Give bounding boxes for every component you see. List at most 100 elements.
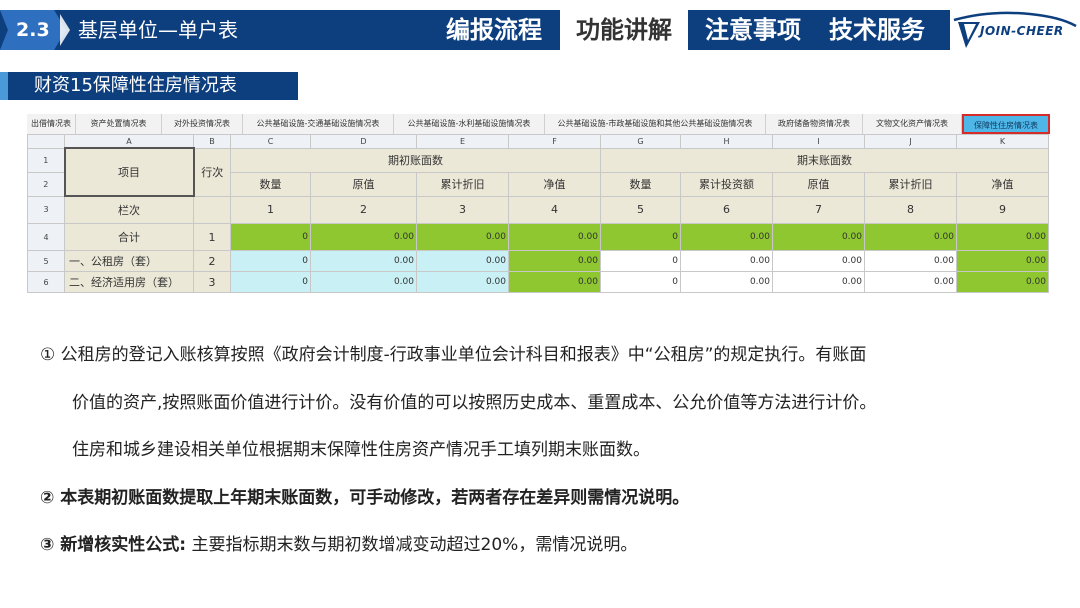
data-cell[interactable]: 0.00: [508, 271, 601, 293]
data-cell[interactable]: 0.00: [680, 271, 773, 293]
item-header[interactable]: 项目: [63, 147, 195, 197]
data-cell[interactable]: 0.00: [772, 271, 865, 293]
row-label[interactable]: 合计: [64, 223, 194, 251]
note-1-line-1: ① 公租房的登记入账核算按照《政府会计制度-行政事业单位会计科目和报表》中“公租…: [40, 345, 867, 365]
column-header[interactable]: 净值: [956, 171, 1049, 197]
table-row: 3 栏次 1 2 3 4 5 6 7 8 9: [27, 195, 1049, 224]
data-cell[interactable]: 0: [600, 250, 681, 272]
column-header[interactable]: 净值: [508, 171, 601, 197]
sheet-tab-reserves[interactable]: 政府储备物资情况表: [766, 114, 863, 134]
column-header[interactable]: 数量: [230, 171, 311, 197]
sheet-tab-investment[interactable]: 对外投资情况表: [162, 114, 243, 134]
data-cell[interactable]: 0.00: [310, 223, 417, 251]
column-header[interactable]: 原值: [772, 171, 865, 197]
sheet-tab-bar: 出借情况表 资产处置情况表 对外投资情况表 公共基础设施-交通基础设施情况表 公…: [27, 114, 1050, 134]
column-letter[interactable]: F: [508, 134, 601, 149]
tab-features[interactable]: 功能讲解: [560, 10, 688, 50]
column-letter[interactable]: E: [416, 134, 509, 149]
row-number[interactable]: 4: [27, 223, 65, 251]
data-cell[interactable]: 0.00: [956, 250, 1049, 272]
row-line[interactable]: 1: [193, 223, 231, 251]
row-label[interactable]: 一、公租房（套）: [64, 250, 194, 272]
sheet-tab-traffic[interactable]: 公共基础设施-交通基础设施情况表: [243, 114, 394, 134]
column-letter[interactable]: A: [64, 134, 194, 149]
column-header[interactable]: 数量: [600, 171, 681, 197]
column-index[interactable]: 7: [772, 195, 865, 224]
column-index[interactable]: 2: [310, 195, 417, 224]
column-index[interactable]: 3: [416, 195, 509, 224]
note-1-line-2: 价值的资产,按照账面价值进行计价。没有价值的可以按照历史成本、重置成本、公允价值…: [72, 393, 877, 413]
data-cell[interactable]: 0: [230, 271, 311, 293]
column-header-row: A B C D E F G H I J K: [27, 134, 1049, 149]
column-letter[interactable]: I: [772, 134, 865, 149]
column-index[interactable]: 9: [956, 195, 1049, 224]
table-row-total: 4 合计 1 0 0.00 0.00 0.00 0 0.00 0.00 0.00…: [27, 223, 1049, 251]
column-header[interactable]: 累计折旧: [864, 171, 957, 197]
line-header[interactable]: 行次: [193, 147, 231, 197]
column-letter[interactable]: G: [600, 134, 681, 149]
data-cell[interactable]: 0: [600, 271, 681, 293]
sheet-tab-water[interactable]: 公共基础设施-水利基础设施情况表: [394, 114, 545, 134]
column-index[interactable]: 1: [230, 195, 311, 224]
row-number[interactable]: 1: [27, 147, 65, 173]
sheet-tab-cultural[interactable]: 文物文化资产情况表: [863, 114, 962, 134]
data-cell[interactable]: 0.00: [416, 250, 509, 272]
column-letter[interactable]: J: [864, 134, 957, 149]
row-number[interactable]: 5: [27, 250, 65, 272]
column-letter[interactable]: K: [956, 134, 1049, 149]
sheet-tab-municipal[interactable]: 公共基础设施-市政基础设施和其他公共基础设施情况表: [545, 114, 766, 134]
note-3: ③ 新增核实性公式: 主要指标期末数与期初数增减变动超过20%，需情况说明。: [40, 530, 637, 555]
data-cell[interactable]: 0.00: [864, 223, 957, 251]
row-number[interactable]: 6: [27, 271, 65, 293]
data-cell[interactable]: 0.00: [508, 223, 601, 251]
data-cell[interactable]: 0.00: [772, 250, 865, 272]
column-letter[interactable]: H: [680, 134, 773, 149]
column-header[interactable]: 累计折旧: [416, 171, 509, 197]
data-cell[interactable]: 0.00: [772, 223, 865, 251]
data-cell[interactable]: 0.00: [680, 223, 773, 251]
data-cell[interactable]: 0.00: [956, 223, 1049, 251]
column-index[interactable]: 8: [864, 195, 957, 224]
data-cell[interactable]: 0.00: [508, 250, 601, 272]
table-subtitle: 财资15保障性住房情况表: [34, 75, 237, 96]
column-letter[interactable]: C: [230, 134, 311, 149]
corner-cell[interactable]: [27, 134, 65, 149]
column-header[interactable]: 原值: [310, 171, 417, 197]
tab-workflow[interactable]: 编报流程: [435, 10, 553, 50]
empty-cell[interactable]: [193, 195, 231, 224]
column-index-label[interactable]: 栏次: [64, 195, 194, 224]
data-cell[interactable]: 0.00: [680, 250, 773, 272]
data-cell[interactable]: 0.00: [956, 271, 1049, 293]
slide-header: 2.3 基层单位—单户表 编报流程 功能讲解 注意事项 技术服务 JOIN-CH…: [0, 0, 1080, 62]
data-cell[interactable]: 0: [230, 223, 311, 251]
data-cell[interactable]: 0.00: [864, 271, 957, 293]
sheet-tab-housing[interactable]: 保障性住房情况表: [962, 114, 1050, 134]
data-cell[interactable]: 0.00: [310, 271, 417, 293]
column-index[interactable]: 5: [600, 195, 681, 224]
row-number[interactable]: 2: [27, 171, 65, 197]
opening-group-header[interactable]: 期初账面数: [230, 147, 601, 173]
sheet-tab-disposal[interactable]: 资产处置情况表: [76, 114, 162, 134]
column-letter[interactable]: D: [310, 134, 417, 149]
row-number[interactable]: 3: [27, 195, 65, 224]
data-cell[interactable]: 0.00: [310, 250, 417, 272]
column-index[interactable]: 4: [508, 195, 601, 224]
sheet-tab-lending[interactable]: 出借情况表: [27, 114, 76, 134]
data-cell[interactable]: 0.00: [864, 250, 957, 272]
data-cell[interactable]: 0: [230, 250, 311, 272]
column-index[interactable]: 6: [680, 195, 773, 224]
row-line[interactable]: 2: [193, 250, 231, 272]
note-3-text: 主要指标期末数与期初数增减变动超过20%，需情况说明。: [186, 535, 638, 555]
closing-group-header[interactable]: 期末账面数: [600, 147, 1049, 173]
table-row: 1 项目 行次 期初账面数 期末账面数: [27, 147, 1049, 197]
data-cell[interactable]: 0.00: [416, 271, 509, 293]
column-letter[interactable]: B: [193, 134, 231, 149]
data-cell[interactable]: 0.00: [416, 223, 509, 251]
row-line[interactable]: 3: [193, 271, 231, 293]
tab-notes[interactable]: 注意事项: [694, 10, 812, 50]
tab-support[interactable]: 技术服务: [818, 10, 936, 50]
data-cell[interactable]: 0: [600, 223, 681, 251]
logo-text: JOIN-CHEER: [980, 24, 1064, 38]
row-label[interactable]: 二、经济适用房（套）: [64, 271, 194, 293]
column-header[interactable]: 累计投资额: [680, 171, 773, 197]
